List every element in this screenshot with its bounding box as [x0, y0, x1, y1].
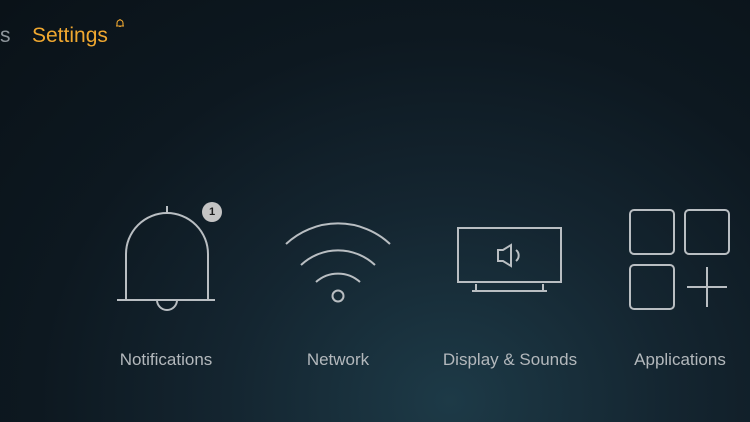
nav-item-previous[interactable]: s [0, 22, 11, 50]
apps-grid-icon [629, 209, 730, 310]
tile-label: Applications [634, 350, 726, 369]
tile-applications[interactable]: Applications [610, 200, 750, 380]
tile-notifications[interactable]: 1 Notifications [96, 200, 236, 380]
notification-count-badge: 1 [202, 202, 222, 222]
tile-network[interactable]: Network [268, 200, 408, 380]
bell-icon [116, 19, 124, 28]
wifi-icon [285, 222, 391, 303]
tile-label: Display & Sounds [442, 350, 578, 369]
tile-label: Network [306, 350, 370, 369]
tile-label: Notifications [119, 350, 213, 369]
nav-item-settings[interactable]: Settings [32, 22, 108, 50]
tv-speaker-icon [457, 227, 562, 292]
tile-display-sounds[interactable]: Display & Sounds [438, 200, 582, 380]
